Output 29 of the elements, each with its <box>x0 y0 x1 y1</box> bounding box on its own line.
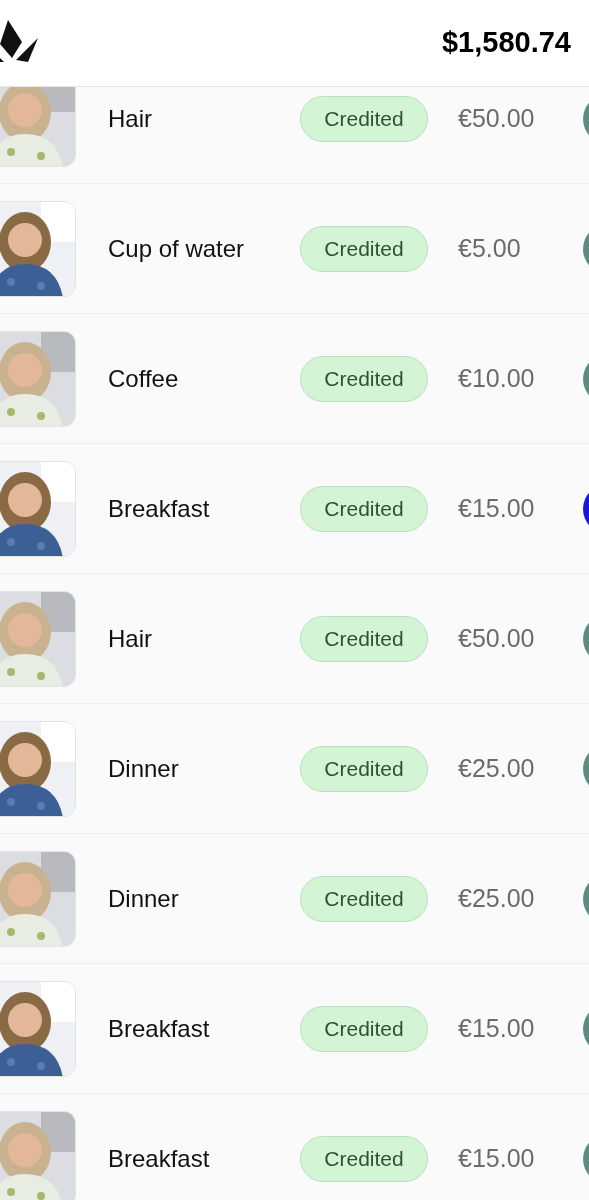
transaction-description: Breakfast <box>108 1013 211 1044</box>
status-badge: Credited <box>300 615 428 662</box>
status-badge: Credited <box>300 95 428 142</box>
transaction-amount: €50.00 <box>458 102 535 134</box>
transaction-amount: €50.00 <box>458 622 535 654</box>
transaction-amount: €15.00 <box>458 492 535 524</box>
transaction-amount: €25.00 <box>458 882 535 914</box>
transaction-amount: €10.00 <box>458 362 535 394</box>
transaction-amount: €25.00 <box>458 752 535 784</box>
status-badge: Credited <box>300 1135 428 1182</box>
status-badge: Credited <box>300 745 428 792</box>
transaction-description: Coffee <box>108 363 180 394</box>
transaction-description: Breakfast <box>108 1143 211 1174</box>
transaction-description: Cup of water <box>108 233 246 264</box>
transaction-description: Hair <box>108 623 153 654</box>
status-badge: Credited <box>300 1005 428 1052</box>
account-balance: $1,580.74 <box>442 25 571 61</box>
transaction-description: Dinner <box>108 753 180 784</box>
transaction-amount: €5.00 <box>458 232 521 264</box>
transaction-description: Dinner <box>108 883 180 914</box>
status-badge: Credited <box>300 355 428 402</box>
status-badge: Credited <box>300 225 428 272</box>
transaction-amount: €15.00 <box>458 1012 535 1044</box>
transaction-description: Hair <box>108 103 153 134</box>
status-badge: Credited <box>300 875 428 922</box>
transaction-amount: €15.00 <box>458 1142 535 1174</box>
status-badge: Credited <box>300 485 428 532</box>
crown-logo-icon[interactable] <box>0 18 40 64</box>
transaction-description: Breakfast <box>108 493 211 524</box>
